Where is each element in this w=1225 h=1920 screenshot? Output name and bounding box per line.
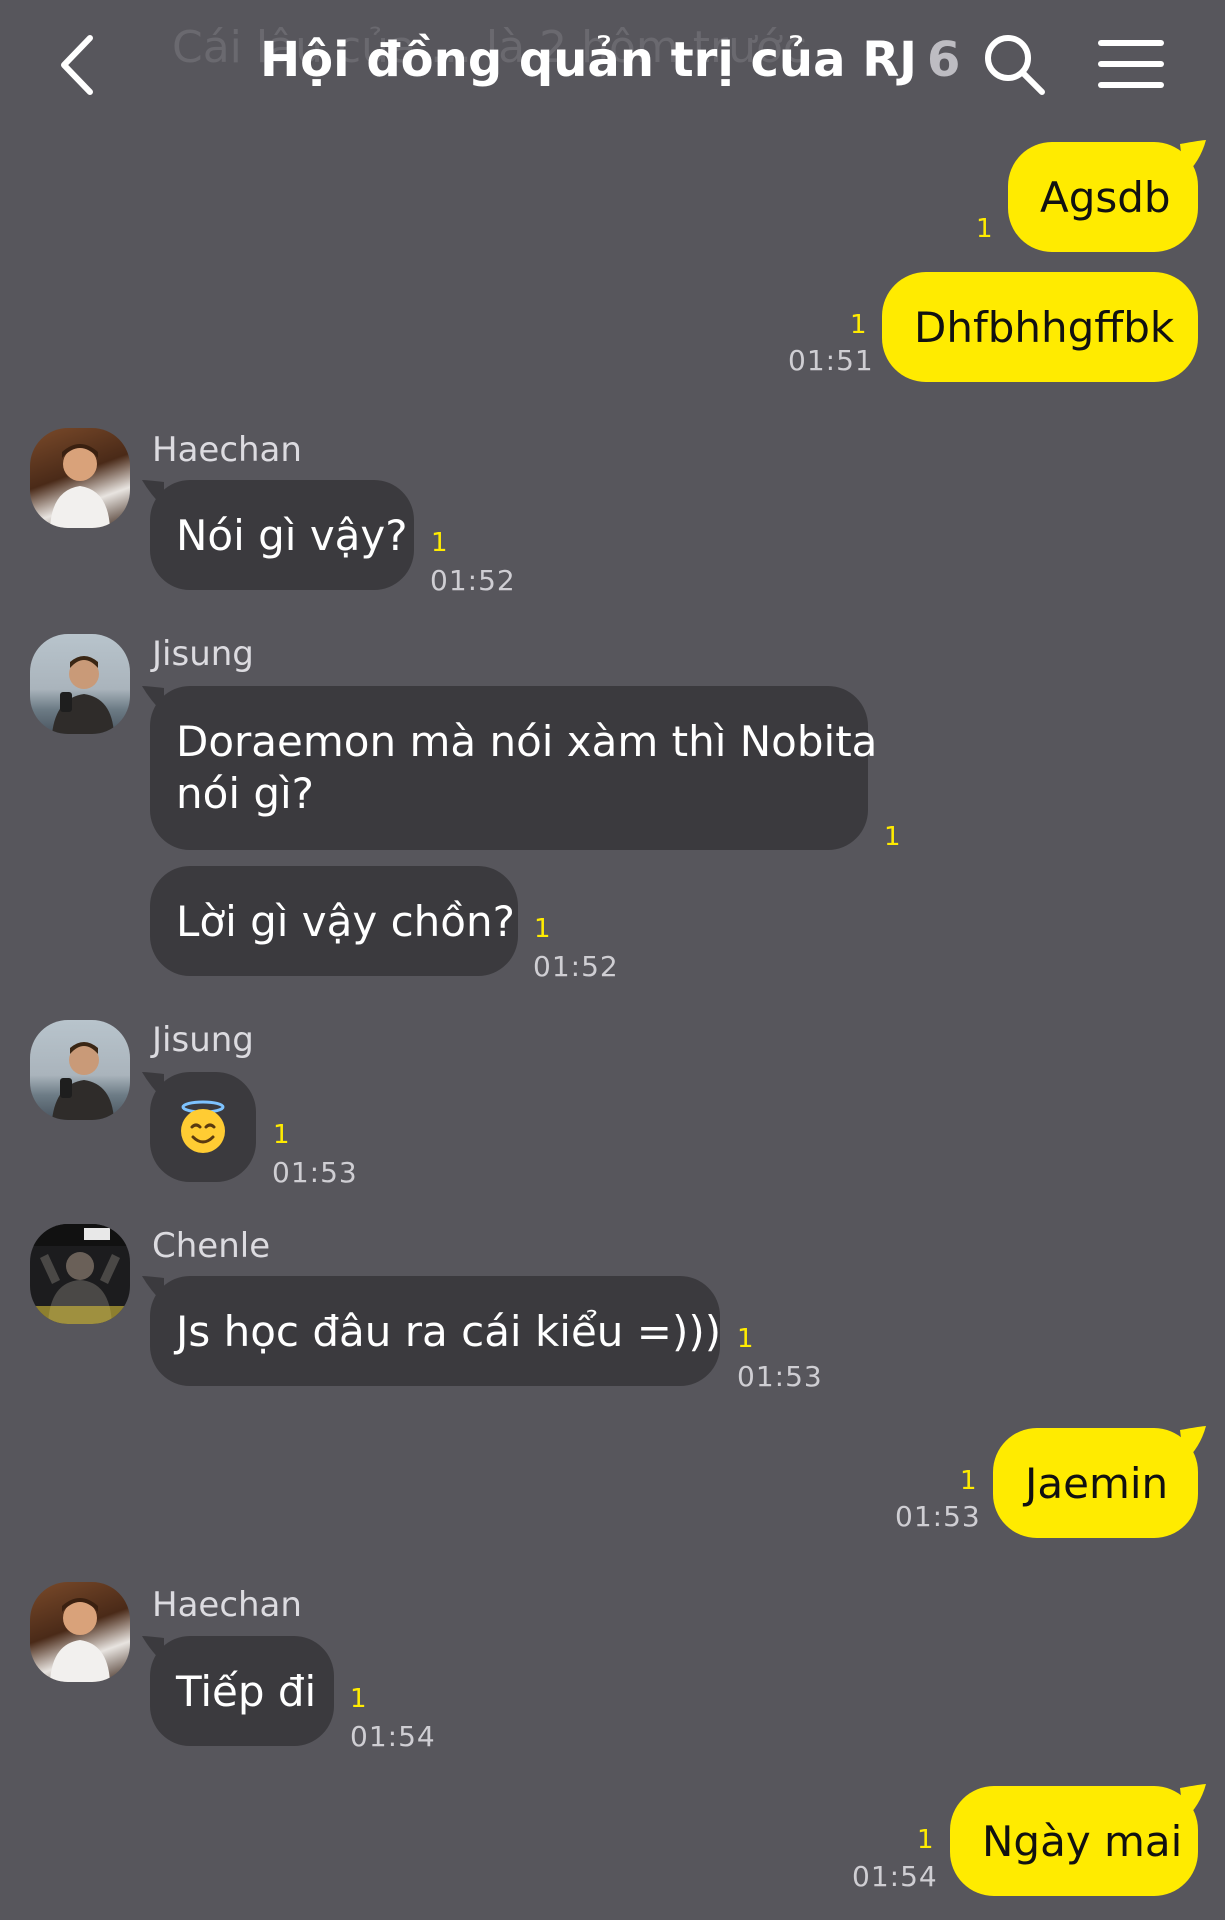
message-time: 01:53 [737,1360,823,1393]
outgoing-message-bubble[interactable]: Jaemin [993,1428,1198,1538]
outgoing-message-bubble[interactable]: Ngày mai [950,1786,1198,1896]
message-time: 01:53 [895,1500,981,1533]
incoming-message-bubble[interactable]: 😇 [150,1072,256,1182]
message-text: Lời gì vậy chồn? [176,896,515,946]
avatar-jisung[interactable] [30,634,130,734]
sender-name: Jisung [152,1020,254,1060]
unread-count: 1 [350,1684,367,1714]
sender-name: Chenle [152,1226,271,1266]
unread-count: 1 [976,214,993,244]
sender-name: Haechan [152,1585,302,1625]
message-text: Nói gì vậy? [176,510,408,560]
sender-name: Haechan [152,430,302,470]
avatar-haechan[interactable] [30,1582,130,1682]
incoming-message-bubble[interactable]: Nói gì vậy? [150,480,414,590]
unread-count: 1 [534,914,551,944]
search-icon[interactable] [980,30,1050,100]
bubble-tail-icon [142,1276,164,1304]
menu-icon[interactable] [1098,38,1164,90]
message-text-line-1: Doraemon mà nói xàm thì Nobita [176,717,878,766]
chat-title: Hội đồng quản trị của RJ [260,32,918,88]
message-time: 01:51 [788,344,874,377]
unread-count: 1 [960,1466,977,1496]
message-text: Dhfbhhgffbk [914,302,1175,352]
message-text: Agsdb [1040,172,1171,222]
back-icon[interactable] [50,30,110,100]
message-text: Tiếp đi [176,1666,317,1716]
message-text-line-2: nói gì? [176,769,314,818]
unread-count: 1 [917,1825,934,1855]
unread-count: 1 [737,1324,754,1354]
incoming-message-bubble[interactable]: Tiếp đi [150,1636,334,1746]
unread-count: 1 [431,528,448,558]
bubble-tail-icon [1180,140,1206,176]
bubble-tail-icon [142,480,164,508]
bubble-tail-icon [1180,1784,1206,1820]
message-time: 01:53 [272,1156,358,1189]
incoming-message-bubble[interactable]: Lời gì vậy chồn? [150,866,518,976]
bubble-tail-icon [142,686,164,714]
smiling-halo-emoji-icon [181,1100,225,1153]
bubble-tail-icon [142,1636,164,1664]
sender-name: Jisung [152,634,254,674]
message-time: 01:54 [350,1720,436,1753]
incoming-message-bubble[interactable]: Doraemon mà nói xàm thì Nobita nói gì? [150,686,877,850]
unread-count: 1 [850,310,867,340]
bubble-tail-icon [1180,1426,1206,1462]
member-count: 6 [927,32,961,88]
incoming-message-bubble[interactable]: Js học đâu ra cái kiểu =))) [150,1276,722,1386]
message-text: Jaemin [1025,1458,1169,1508]
unread-count: 1 [884,822,901,852]
outgoing-message-bubble[interactable]: Dhfbhhgffbk [882,272,1198,382]
message-text: Js học đâu ra cái kiểu =))) [176,1306,722,1356]
avatar-chenle[interactable] [30,1224,130,1324]
message-text: Ngày mai [982,1816,1183,1866]
message-time: 01:52 [533,950,619,983]
chat-title-bar: Hội đồng quản trị của RJ 6 [260,32,960,88]
message-time: 01:52 [430,564,516,597]
outgoing-message-bubble[interactable]: Agsdb [1008,142,1198,252]
avatar-haechan[interactable] [30,428,130,528]
bubble-tail-icon [142,1072,164,1100]
avatar-jisung[interactable] [30,1020,130,1120]
unread-count: 1 [273,1120,290,1150]
message-time: 01:54 [852,1860,938,1893]
